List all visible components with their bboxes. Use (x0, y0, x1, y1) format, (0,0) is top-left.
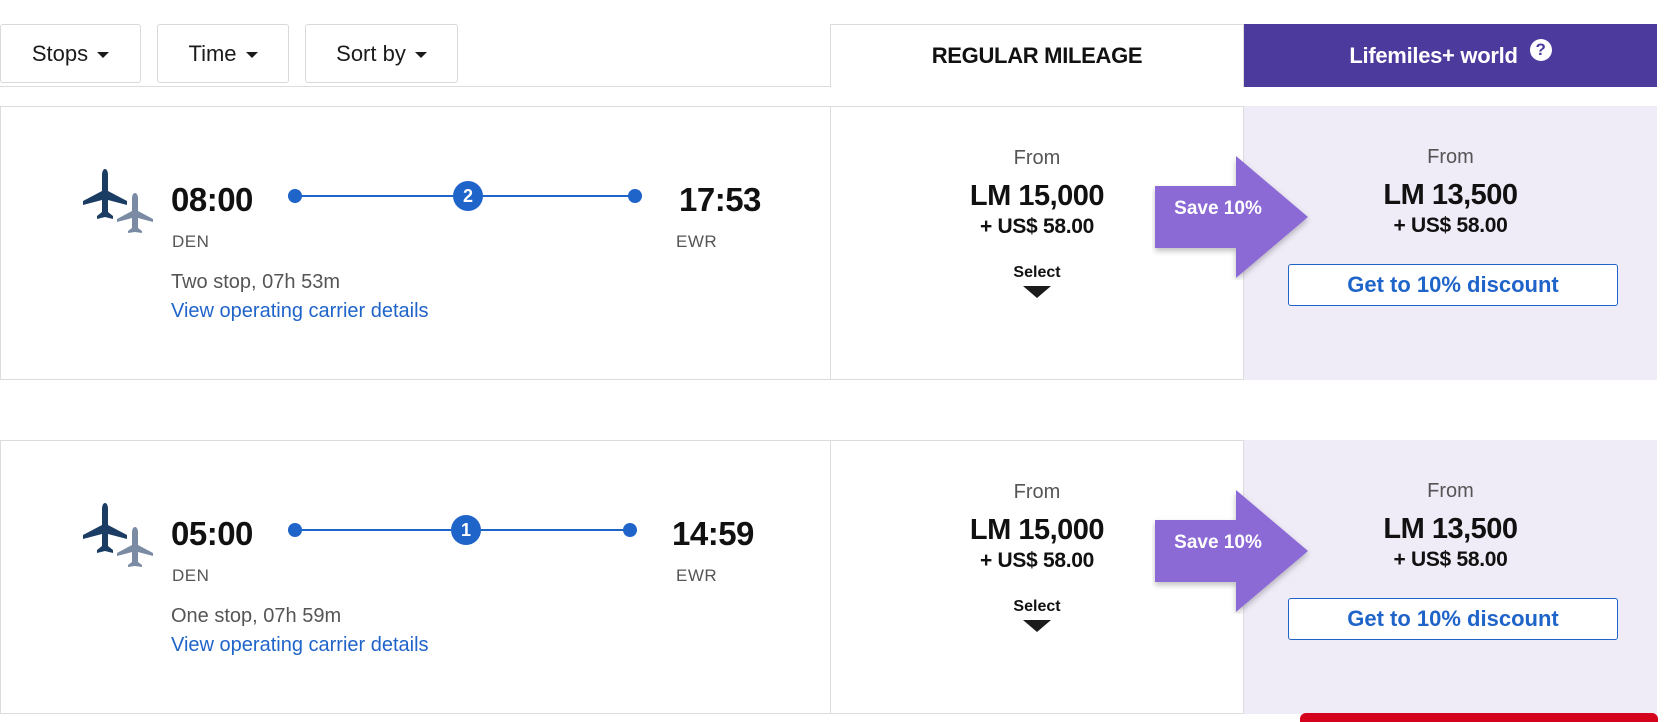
lifemiles-plus-title: Lifemiles+ world (1349, 42, 1518, 68)
lifemiles-plus-header: Lifemiles+ world ? (1244, 24, 1657, 87)
origin-dot (288, 523, 302, 537)
sort-by-label: Sort by (336, 40, 406, 66)
save-percentage-label: Save 10% (1174, 198, 1262, 219)
stops-count-badge: 1 (451, 515, 481, 545)
arrival-airport: EWR (676, 232, 718, 251)
route-line: 1 (288, 513, 637, 547)
flight-duration: Two stop, 07h 53m (171, 271, 340, 293)
arrival-time: 14:59 (672, 515, 754, 552)
flight-info-panel: 05:00 DEN 1 14:59 EWR One stop, 07h 59m … (0, 440, 830, 714)
header-divider (0, 86, 830, 87)
stops-count-badge: 2 (453, 181, 483, 211)
arrival-time: 17:53 (679, 181, 761, 218)
plane-icon (83, 169, 153, 233)
flight-info-panel: 08:00 DEN 2 17:53 EWR Two stop, 07h 53m … (0, 106, 830, 380)
departure-time: 08:00 (171, 181, 253, 218)
plane-icon (83, 503, 153, 567)
origin-dot (288, 189, 302, 203)
get-discount-button[interactable]: Get to 10% discount (1288, 598, 1618, 640)
flight-card: 08:00 DEN 2 17:53 EWR Two stop, 07h 53m … (0, 106, 1657, 380)
chevron-down-icon (1023, 286, 1051, 298)
arrival-airport: EWR (676, 566, 718, 585)
sort-by-button[interactable]: Sort by (305, 24, 458, 83)
get-discount-button[interactable]: Get to 10% discount (1288, 264, 1618, 306)
carrier-details-link[interactable]: View operating carrier details (171, 300, 429, 323)
chevron-down-icon (97, 51, 110, 58)
route-line: 2 (288, 179, 642, 213)
save-percentage-label: Save 10% (1174, 532, 1262, 553)
help-icon[interactable]: ? (1529, 38, 1552, 61)
regular-mileage-title: REGULAR MILEAGE (931, 43, 1143, 68)
chevron-down-icon (414, 51, 427, 58)
flight-results-page: Stops Time Sort by REGULAR MILEAGE Lifem… (0, 0, 1666, 722)
stops-filter-label: Stops (31, 40, 89, 66)
partial-red-button[interactable] (1300, 713, 1658, 722)
destination-dot (623, 523, 637, 537)
regular-mileage-header: REGULAR MILEAGE (830, 24, 1244, 87)
chevron-down-icon (245, 51, 258, 58)
flight-duration: One stop, 07h 59m (171, 605, 342, 627)
departure-airport: DEN (172, 566, 210, 585)
stops-filter-button[interactable]: Stops (0, 24, 141, 83)
departure-time: 05:00 (171, 515, 253, 552)
carrier-details-link[interactable]: View operating carrier details (171, 634, 429, 657)
time-filter-label: Time (188, 40, 237, 66)
time-filter-button[interactable]: Time (157, 24, 289, 83)
chevron-down-icon (1023, 620, 1051, 632)
flight-card: 05:00 DEN 1 14:59 EWR One stop, 07h 59m … (0, 440, 1657, 714)
destination-dot (628, 189, 642, 203)
departure-airport: DEN (172, 232, 210, 251)
